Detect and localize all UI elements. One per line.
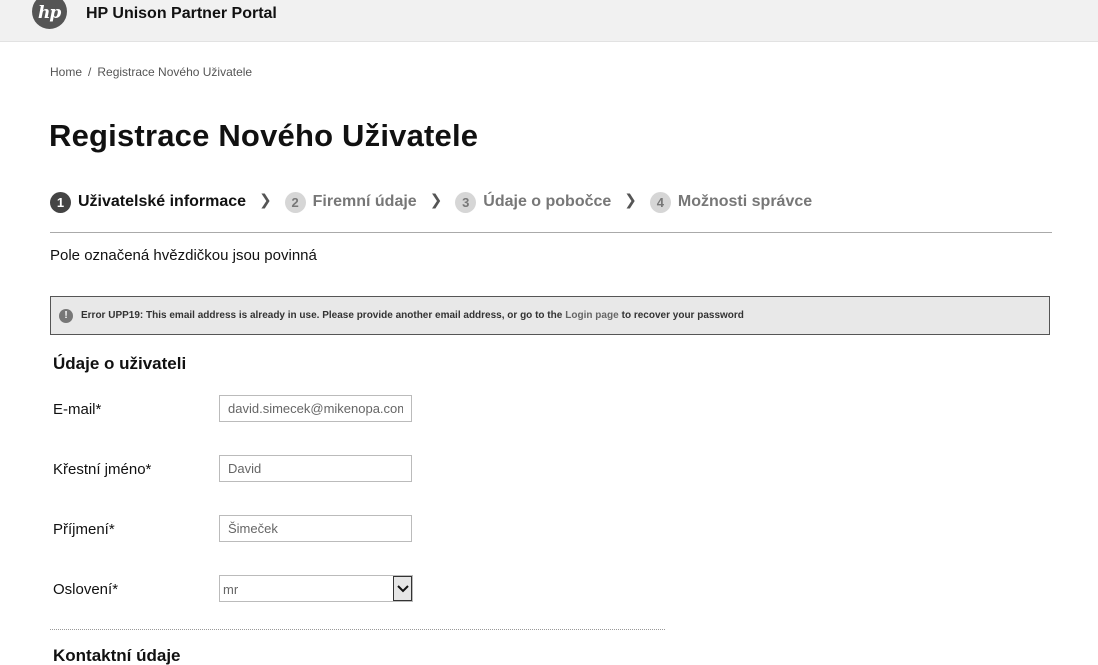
email-label: E-mail* bbox=[53, 401, 102, 418]
required-fields-note: Pole označená hvězdičkou jsou povinná bbox=[50, 247, 317, 264]
breadcrumb: Home / Registrace Nového Uživatele bbox=[50, 65, 252, 79]
last-name-label: Příjmení* bbox=[53, 521, 115, 538]
salutation-selected-value: mr bbox=[223, 582, 239, 597]
chevron-down-icon[interactable] bbox=[393, 576, 412, 601]
contact-details-heading: Kontaktní údaje bbox=[53, 646, 181, 665]
step-label: Uživatelské informace bbox=[78, 193, 247, 210]
chevron-right-icon: ❯ bbox=[429, 192, 443, 209]
hp-logo[interactable]: hp bbox=[32, 0, 67, 29]
registration-stepper: 1 Uživatelské informace ❯ 2 Firemní údaj… bbox=[50, 191, 812, 213]
exclamation-circle-icon: ! bbox=[59, 308, 73, 323]
first-name-field[interactable] bbox=[219, 455, 412, 482]
stepper-divider bbox=[50, 232, 1052, 233]
error-text-before: Error UPP19: This email address is alrea… bbox=[81, 310, 563, 321]
portal-title[interactable]: HP Unison Partner Portal bbox=[86, 5, 277, 23]
breadcrumb-home-link[interactable]: Home bbox=[50, 65, 82, 79]
breadcrumb-current: Registrace Nového Uživatele bbox=[97, 65, 253, 79]
step-label: Firemní údaje bbox=[312, 193, 417, 210]
step-branch-info[interactable]: 3 Údaje o pobočce bbox=[455, 191, 612, 213]
first-name-label: Křestní jméno* bbox=[53, 461, 152, 478]
salutation-label: Oslovení* bbox=[53, 581, 119, 598]
step-number-badge: 4 bbox=[649, 191, 671, 213]
chevron-right-icon: ❯ bbox=[624, 192, 637, 209]
last-name-field[interactable] bbox=[219, 515, 412, 542]
step-label: Možnosti správce bbox=[677, 193, 813, 210]
step-number-badge: 2 bbox=[284, 191, 306, 213]
error-text-after: to recover your password bbox=[621, 310, 744, 321]
step-number-badge: 3 bbox=[455, 191, 477, 213]
top-header-bar: hp HP Unison Partner Portal bbox=[0, 0, 1098, 42]
error-message-box: ! Error UPP19: This email address is alr… bbox=[50, 296, 1050, 335]
user-details-heading: Údaje o uživateli bbox=[53, 354, 187, 373]
step-admin-options[interactable]: 4 Možnosti správce bbox=[649, 191, 813, 213]
step-label: Údaje o pobočce bbox=[483, 193, 612, 210]
salutation-select[interactable]: mr bbox=[219, 575, 413, 602]
step-number-badge: 1 bbox=[50, 191, 71, 213]
email-field[interactable] bbox=[219, 395, 412, 422]
section-divider bbox=[50, 629, 665, 630]
chevron-right-icon: ❯ bbox=[259, 192, 272, 209]
page-title: Registrace Nového Uživatele bbox=[49, 118, 479, 153]
step-user-info[interactable]: 1 Uživatelské informace bbox=[50, 191, 247, 213]
step-company-info[interactable]: 2 Firemní údaje bbox=[284, 191, 417, 213]
breadcrumb-separator: / bbox=[88, 65, 92, 79]
login-page-link[interactable]: Login page bbox=[565, 310, 618, 321]
